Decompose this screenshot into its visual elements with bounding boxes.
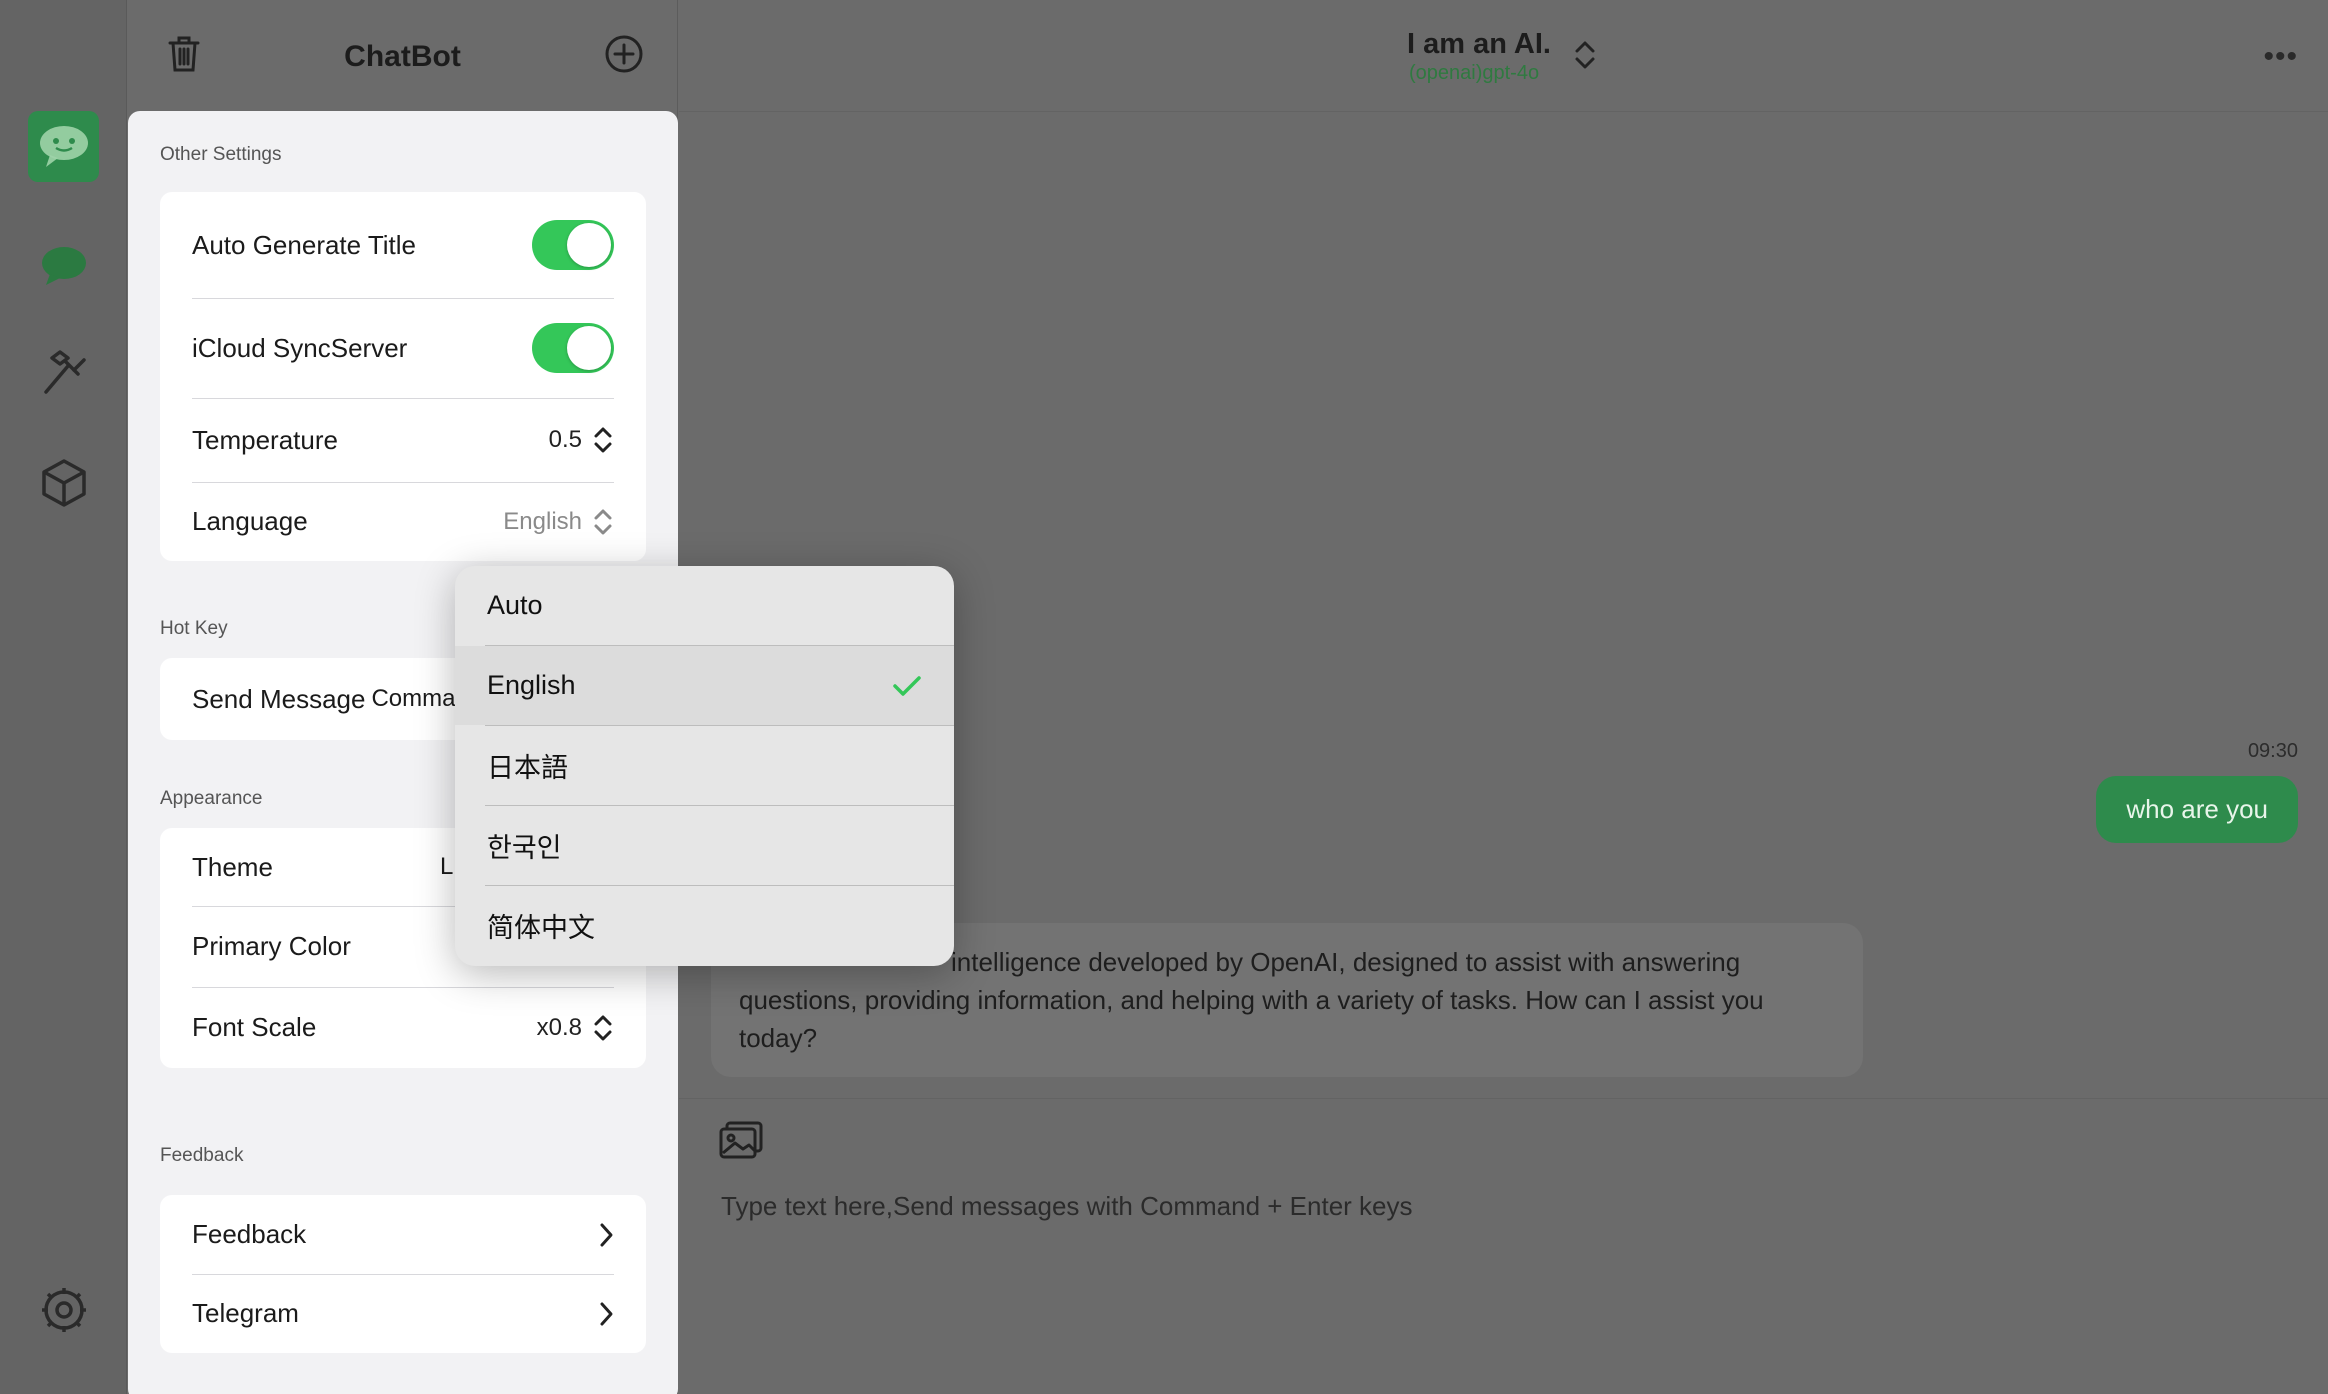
message-timestamp: 09:30 [2247,740,2298,762]
chat-title[interactable]: I am an AI. [1407,28,1551,61]
language-dropdown-menu: Auto English 日本語 한국인 简体中文 [455,566,954,966]
hammer-icon[interactable] [28,338,99,409]
chevron-updown-icon[interactable] [592,1014,614,1042]
chevron-right-icon [600,1223,613,1246]
setting-label: Font Scale [192,1012,317,1042]
composer [679,1098,2328,1394]
image-attach-icon[interactable] [719,1121,763,1164]
setting-font-scale[interactable]: Font Scale x0.8 [160,987,646,1068]
plus-circle-icon[interactable] [602,32,646,76]
language-option-japanese[interactable]: 日本語 [455,726,954,805]
chat-bubble-icon[interactable] [28,230,99,301]
setting-label: iCloud SyncServer [192,332,408,363]
temperature-value: 0.5 [548,426,582,453]
send-message-value: Comma [371,685,456,712]
chat-list-header: ChatBot [128,0,677,112]
cube-icon[interactable] [28,447,99,518]
language-option-korean[interactable]: 한국인 [455,806,954,885]
setting-label: Temperature [192,424,338,455]
app-title: ChatBot [344,40,461,73]
section-label-other-settings: Other Settings [160,144,282,165]
chevron-updown-icon[interactable] [592,426,614,454]
setting-label: Telegram [192,1298,299,1328]
chevron-updown-icon[interactable] [592,508,614,536]
gear-icon[interactable] [28,1274,99,1345]
setting-icloud-sync: iCloud SyncServer [160,298,646,398]
setting-auto-generate-title: Auto Generate Title [160,192,646,298]
section-label-appearance: Appearance [160,788,263,809]
setting-temperature[interactable]: Temperature 0.5 [160,398,646,482]
message-input[interactable] [721,1191,2221,1222]
setting-label: Feedback [192,1219,307,1249]
section-label-hot-key: Hot Key [160,618,228,639]
language-option-simplified-chinese[interactable]: 简体中文 [455,886,954,965]
language-option-english[interactable]: English [455,646,954,725]
feedback-card: Feedback Telegram [160,1195,646,1353]
auto-generate-title-toggle[interactable] [532,220,614,270]
chat-header: I am an AI. (openai)gpt-4o ••• [679,0,2328,112]
language-value: English [503,507,582,535]
setting-label: Send Message [192,683,366,714]
icon-rail [0,0,127,1394]
icloud-sync-toggle[interactable] [532,323,614,373]
theme-value: L [440,853,454,880]
setting-label: Language [192,506,308,536]
telegram-link[interactable]: Telegram [160,1274,646,1353]
model-name[interactable]: (openai)gpt-4o [1409,62,1539,85]
chevron-updown-icon[interactable] [1572,40,1598,75]
checkmark-icon [893,675,921,696]
setting-language[interactable]: Language English [160,482,646,561]
user-message-bubble: who are you [2096,776,2298,843]
chevron-right-icon [600,1302,613,1325]
other-settings-card: Auto Generate Title iCloud SyncServer Te… [160,192,646,561]
ellipsis-icon[interactable]: ••• [2263,40,2298,74]
setting-label: Auto Generate Title [192,229,417,260]
chatbot-logo-icon[interactable] [28,111,99,182]
language-option-auto[interactable]: Auto [455,566,954,645]
feedback-link[interactable]: Feedback [160,1195,646,1274]
section-label-feedback: Feedback [160,1145,244,1166]
font-scale-value: x0.8 [536,1013,582,1041]
